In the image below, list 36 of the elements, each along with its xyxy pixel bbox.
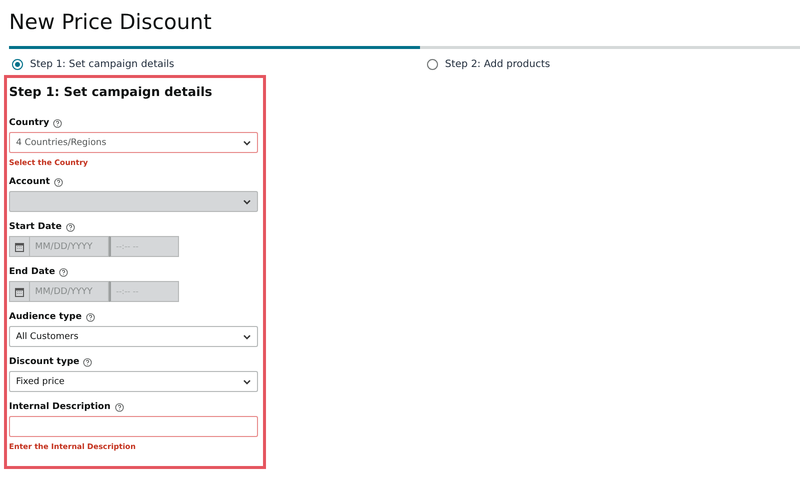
date-field[interactable]: MM/DD/YYYY xyxy=(29,236,109,257)
help-icon[interactable] xyxy=(114,402,124,412)
text-field[interactable] xyxy=(9,416,258,437)
help-icon[interactable] xyxy=(53,118,62,128)
field-label: Account xyxy=(9,177,50,187)
time-field[interactable]: --:-- -- xyxy=(109,236,179,257)
time-field[interactable]: --:-- -- xyxy=(109,281,179,302)
dropdown[interactable]: Fixed price xyxy=(9,371,258,392)
help-icon[interactable] xyxy=(83,358,92,366)
page-title: New Price Discount xyxy=(9,9,213,36)
calendar-icon xyxy=(15,286,24,296)
chevron-down-icon xyxy=(243,198,251,204)
chevron-down-icon xyxy=(243,334,251,340)
calendar-button[interactable] xyxy=(9,236,29,257)
field-label: Discount type xyxy=(9,357,80,367)
dropdown[interactable]: All Customers xyxy=(9,326,258,347)
calendar-icon xyxy=(15,242,24,252)
chevron-down-icon xyxy=(243,140,251,146)
chevron-down-icon xyxy=(243,378,251,384)
field-label: End Date xyxy=(9,267,56,277)
calendar-button[interactable] xyxy=(9,281,29,302)
help-icon[interactable] xyxy=(59,268,68,276)
step-label[interactable]: Step 1: Set campaign details xyxy=(30,58,174,70)
dropdown[interactable]: 4 Countries/Regions xyxy=(9,132,258,153)
help-icon[interactable] xyxy=(66,222,75,232)
field-label: Internal Description xyxy=(9,402,111,412)
step-radio[interactable] xyxy=(427,58,438,70)
form-heading: Step 1: Set campaign details xyxy=(9,84,214,99)
step-label[interactable]: Step 2: Add products xyxy=(445,58,550,70)
field-label: Start Date xyxy=(9,222,62,232)
field-label: Country xyxy=(9,118,50,128)
help-icon[interactable] xyxy=(54,178,63,186)
help-icon[interactable] xyxy=(86,312,95,322)
step-radio[interactable] xyxy=(12,58,23,70)
date-field[interactable]: MM/DD/YYYY xyxy=(29,281,109,302)
field-label: Audience type xyxy=(9,312,82,322)
